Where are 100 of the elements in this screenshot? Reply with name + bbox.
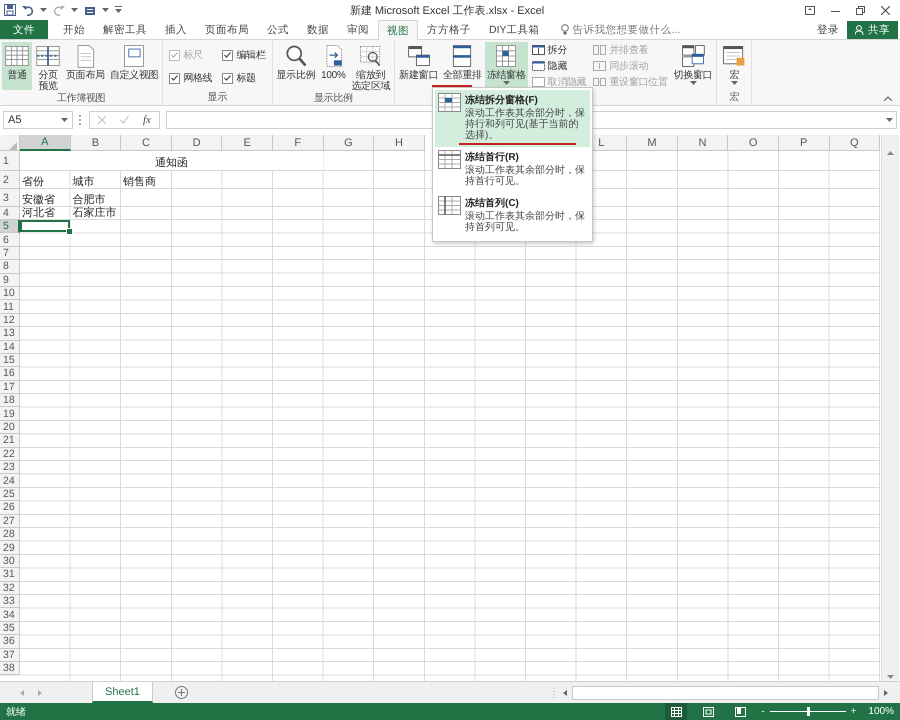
row-header[interactable]: 25 [0,488,20,502]
zoom-out-button[interactable]: - [761,706,765,717]
checkbox[interactable]: 网格线 [169,71,212,85]
ribbon-button[interactable]: 页面布局 [64,42,107,90]
view-button[interactable] [665,703,688,720]
ribbon-button[interactable]: 全部重排 [440,42,484,90]
zoom-level[interactable]: 100% [868,706,894,717]
row-header[interactable]: 6 [0,233,20,247]
restore-icon[interactable] [856,6,866,14]
splitter-handle-icon[interactable] [553,688,555,698]
column-header[interactable]: D [172,135,222,151]
ribbon-tab[interactable]: 插入 [156,20,196,39]
ribbon-button[interactable]: 拆分 [532,43,586,57]
undo-caret-icon[interactable] [40,8,47,12]
save-icon[interactable] [4,4,16,16]
column-header[interactable]: N [678,135,728,151]
add-sheet-icon[interactable] [174,686,188,699]
column-header[interactable]: H [374,135,425,151]
row-header[interactable]: 10 [0,286,20,300]
row-header[interactable]: 36 [0,635,20,648]
row-header[interactable]: 21 [0,434,20,448]
sheet-tab[interactable]: Sheet1 [92,682,153,703]
row-header[interactable]: 8 [0,260,20,274]
column-header[interactable]: O [728,135,779,151]
row-header[interactable]: 22 [0,448,20,462]
column-header[interactable]: P [778,135,830,151]
expand-icon[interactable] [886,118,893,122]
column-header[interactable]: Q [830,135,880,151]
row-header[interactable]: 13 [0,327,20,341]
row-header[interactable]: 34 [0,608,20,622]
row-header[interactable]: 19 [0,407,20,421]
row-header[interactable]: 28 [0,528,20,542]
ribbon-button[interactable]: 隐藏 [532,59,586,73]
row-header[interactable]: 7 [0,246,20,260]
ribbon-tab[interactable]: 方方格子 [418,20,480,39]
row-header[interactable]: 31 [0,568,20,582]
ribbon-button[interactable]: 切换窗口 [672,42,714,90]
column-header[interactable]: F [272,135,324,151]
column-header[interactable]: E [222,135,273,151]
ribbon-button[interactable]: 自定义视图 [108,42,160,90]
ribbon-button[interactable]: 冻结窗格 [484,42,528,90]
active-cell[interactable] [20,220,70,232]
ribbon-tab[interactable]: DIY工具箱 [480,20,549,39]
insert-function-button[interactable]: fx [143,114,151,126]
ribbon-button[interactable]: 显示比例 [274,42,318,90]
zoom-in-button[interactable]: + [850,706,856,717]
row-header[interactable]: 24 [0,474,20,488]
name-box[interactable]: A5 [3,111,73,129]
row-header[interactable]: 29 [0,541,20,555]
row-header[interactable]: 3 [0,189,20,207]
row-header[interactable]: 27 [0,514,20,528]
caret-icon[interactable] [61,118,68,122]
undo-icon[interactable] [22,4,34,16]
ribbon-tab[interactable]: 开始 [54,20,94,39]
ribbon-tab[interactable]: 视图 [378,20,418,40]
tell-me-field[interactable]: 告诉我您想要做什么... [560,20,680,39]
ribbon-tab[interactable]: 公式 [258,20,298,39]
column-header[interactable]: C [121,135,172,151]
row-header[interactable]: 37 [0,648,20,662]
checkbox[interactable]: 编辑栏 [222,48,266,62]
ribbon-button[interactable]: 缩放到 选定区域 [349,42,392,93]
row-header[interactable]: 38 [0,662,20,676]
ribbon-tab[interactable]: 审阅 [338,20,378,39]
column-header[interactable]: M [627,135,678,151]
row-header[interactable]: 18 [0,394,20,408]
row-header[interactable]: 11 [0,300,20,314]
menu-item[interactable]: 冻结拆分窗格(F) 滚动工作表其余部分时，保持行和列可见(基于当前的选择)。 [435,90,590,147]
row-header[interactable]: 35 [0,622,20,636]
share-button[interactable]: 共享 [847,20,898,38]
row-header[interactable]: 1 [0,151,20,171]
ribbon-button[interactable]: 新建窗口 [397,42,440,90]
ribbon-button[interactable]: 100% [318,42,348,90]
row-header[interactable]: 20 [0,420,20,434]
menu-item[interactable]: 冻结首列(C) 滚动工作表其余部分时，保持首列可见。 [435,193,590,239]
row-header[interactable]: 9 [0,274,20,287]
customize-toolbar-icon[interactable] [115,6,122,14]
collapse-ribbon-icon[interactable] [884,96,892,101]
caret-icon[interactable] [690,81,697,85]
ribbon-tab[interactable]: 解密工具 [94,20,156,39]
row-header[interactable]: 32 [0,582,20,595]
ribbon-tab[interactable]: 数据 [298,20,338,39]
zoom-slider-thumb[interactable] [806,707,810,716]
touch-caret-icon[interactable] [102,8,109,12]
file-tab[interactable]: 文件 [0,20,48,39]
ribbon-display-icon[interactable] [805,6,816,14]
row-header[interactable]: 5 [0,220,20,234]
checkbox[interactable]: 标题 [222,71,266,85]
row-header[interactable]: 4 [0,207,20,220]
row-header[interactable]: 30 [0,554,20,568]
row-header[interactable]: 12 [0,314,20,328]
row-header[interactable]: 33 [0,594,20,608]
column-header[interactable]: A [20,135,71,151]
row-header[interactable]: 14 [0,340,20,354]
row-header[interactable]: 26 [0,501,20,515]
close-icon[interactable] [881,6,890,14]
ribbon-button[interactable]: 普通 [2,42,32,90]
row-header[interactable]: 2 [0,171,20,189]
vertical-scrollbar[interactable] [881,135,900,681]
caret-icon[interactable] [502,81,510,85]
row-header[interactable]: 16 [0,367,20,381]
